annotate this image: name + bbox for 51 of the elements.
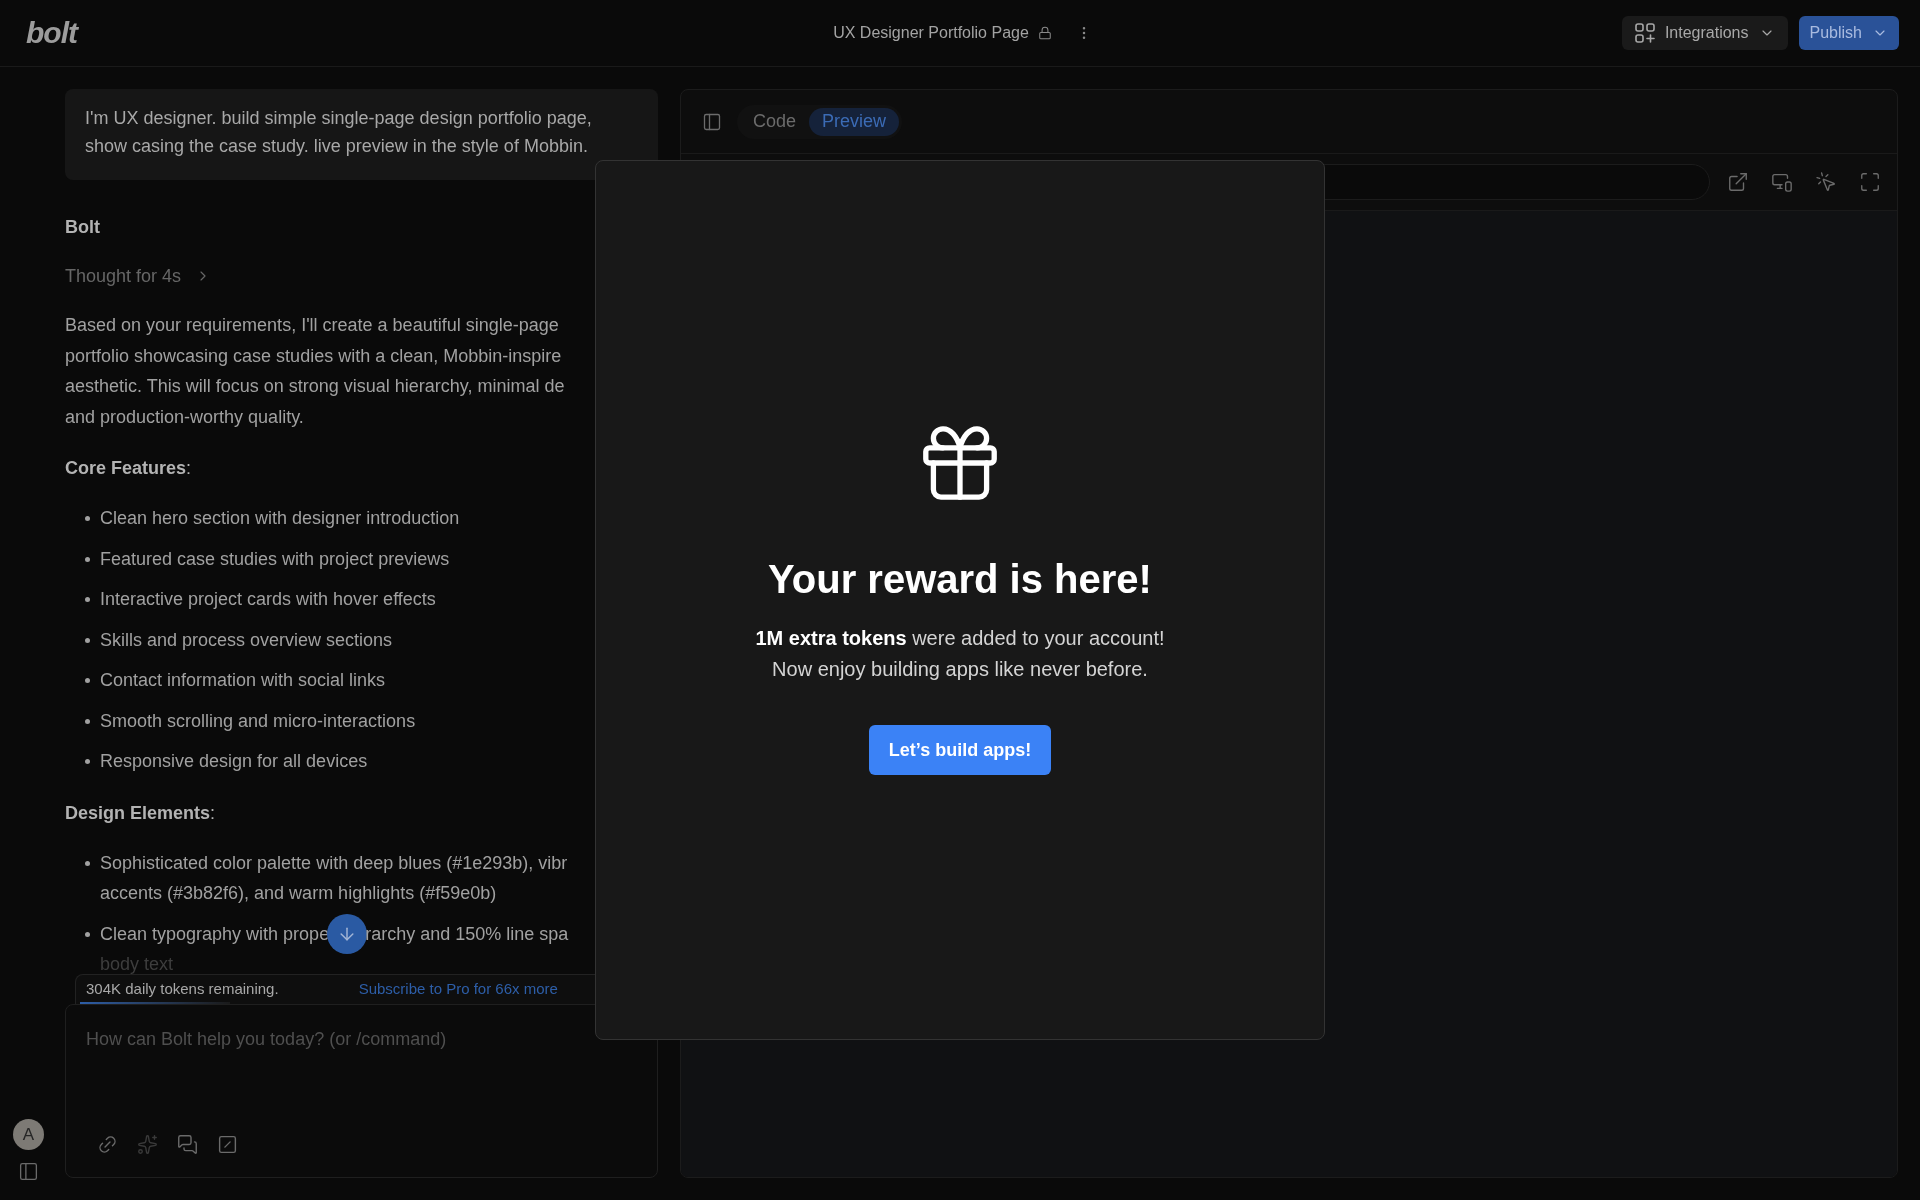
- list-item: Contact information with social links: [100, 669, 386, 692]
- lock-icon: [1037, 26, 1052, 40]
- publish-button[interactable]: Publish: [1798, 16, 1899, 50]
- bullet-icon: [85, 637, 90, 643]
- build-apps-button[interactable]: Let’s build apps!: [868, 725, 1052, 775]
- list-item: Responsive design for all devices: [100, 750, 368, 773]
- list-item: Sophisticated color palette with deep blues (#1e293b), vibr accents (#3b82f6), and warm highlights (#f59e0b): [100, 851, 568, 905]
- section-heading: Design Elements:: [65, 801, 216, 825]
- bullet-icon: [85, 718, 90, 724]
- bullet-icon: [85, 860, 90, 866]
- project-title: UX Designer Portfolio Page: [833, 23, 1029, 43]
- dialog-title: Your reward is here!: [768, 556, 1152, 603]
- bullet-icon: [85, 597, 90, 602]
- logo[interactable]: bolt: [26, 16, 77, 50]
- dialog-message: 1M extra tokens were added to your account! Now enjoy building apps like never before.: [755, 626, 1165, 682]
- external-link-icon[interactable]: [1727, 171, 1749, 193]
- sidebar-toggle-icon[interactable]: [702, 111, 722, 132]
- slash-square-icon[interactable]: [217, 1134, 238, 1155]
- assistant-name: Bolt: [65, 216, 100, 239]
- list-item: Skills and process overview sections: [100, 628, 393, 652]
- scroll-down-button[interactable]: [327, 913, 368, 954]
- integrations-button[interactable]: Integrations: [1621, 16, 1788, 50]
- chat-bubbles-icon[interactable]: [177, 1134, 198, 1155]
- gift-icon: [922, 425, 998, 501]
- list-item-text: Clean typography with prope: [100, 922, 330, 946]
- fullscreen-icon[interactable]: [1859, 171, 1881, 193]
- user-avatar[interactable]: A: [13, 1119, 44, 1150]
- thought-toggle[interactable]: Thought for 4s: [65, 261, 212, 291]
- message-input[interactable]: How can Bolt help you today? (or /command): [86, 1025, 566, 1089]
- devices-icon[interactable]: [1771, 171, 1793, 193]
- view-tab[interactable]: Code: [740, 107, 810, 136]
- list-item: Clean hero section with designer introduction: [100, 507, 460, 530]
- list-item: Smooth scrolling and micro-interactions: [100, 709, 416, 733]
- sidebar-toggle-icon[interactable]: [18, 1161, 39, 1182]
- list-item: Featured case studies with project previews: [100, 547, 450, 571]
- bullet-icon: [85, 931, 90, 937]
- list-item: Interactive project cards with hover effects: [100, 588, 436, 611]
- bullet-icon: [85, 759, 90, 764]
- bullet-icon: [85, 556, 90, 562]
- composer-box[interactable]: How can Bolt help you today? (or /command): [65, 1004, 658, 1178]
- grid-plus-icon: [1634, 23, 1655, 43]
- user-message: I'm UX designer. build simple single-page design portfolio page, show casing the case study. live preview in the style of Mobbin.: [85, 107, 592, 158]
- pointer-click-icon[interactable]: [1815, 171, 1837, 193]
- list-item-text: rarchy and 150% line spa: [365, 922, 569, 946]
- bullet-icon: [85, 678, 90, 683]
- bullet-icon: [85, 516, 90, 521]
- view-tab[interactable]: Preview: [809, 107, 900, 136]
- subscribe-link[interactable]: Subscribe to Pro for 66x more: [358, 978, 558, 1001]
- response-paragraph: Based on your requirements, I'll create a beautiful single-page portfolio showcasing case studies with a clean, Mobbin-inspire aesthetic. This will focus on strong visual hierarchy, minimal de and production-worthy quality.: [65, 314, 565, 429]
- section-heading: Core Features:: [65, 457, 192, 480]
- tokens-remaining-text: 304K daily tokens remaining.: [86, 979, 279, 1000]
